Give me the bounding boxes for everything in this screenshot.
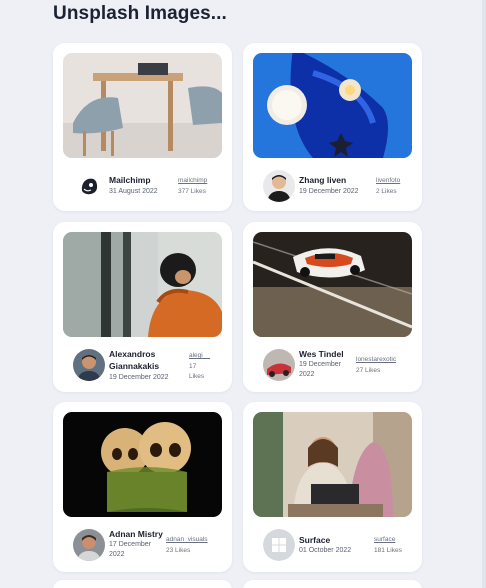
image-card[interactable]: Surface 01 October 2022 surface 181 Like… (243, 402, 422, 572)
table-chairs-photo[interactable] (63, 53, 222, 158)
likes-count: 17 Likes (189, 363, 205, 380)
author-name: Adnan Mistry (109, 529, 163, 539)
author-name: Mailchimp (109, 175, 151, 185)
post-date: 01 October 2022 (299, 547, 352, 554)
likes-count: 23 Likes (166, 547, 191, 554)
image-card[interactable] (53, 580, 232, 588)
author-handle-link[interactable]: mailchimp (178, 176, 207, 186)
post-date: 19 December 2022 (299, 188, 359, 195)
post-date: 31 August 2022 (109, 188, 158, 195)
author-name: Zhang liven (299, 175, 347, 185)
scrollbar-track[interactable] (482, 0, 486, 588)
page-title: Unsplash Images... (53, 3, 227, 24)
image-card[interactable]: Alexandros Giannakakis 19 December 2022 … (53, 222, 232, 392)
likes-count: 27 Likes (356, 367, 381, 374)
post-date: 17 December 2022 (109, 541, 152, 558)
author-name: Wes Tindel (299, 349, 344, 359)
image-card[interactable]: Adnan Mistry 17 December 2022 adnan_visu… (53, 402, 232, 572)
race-car-photo[interactable] (253, 232, 412, 337)
mailchimp-logo-avatar[interactable] (73, 170, 105, 202)
windows-logo-avatar[interactable] (263, 529, 295, 561)
laptop-office-photo[interactable] (253, 412, 412, 517)
likes-count: 2 Likes (376, 188, 397, 195)
author-name: Surface (299, 535, 331, 545)
author-handle-link[interactable]: lonestarexotic (356, 355, 396, 365)
car-avatar[interactable] (263, 349, 295, 381)
image-card[interactable]: Mailchimp 31 August 2022 mailchimp 377 L… (53, 43, 232, 211)
person-avatar[interactable] (263, 170, 295, 202)
image-card[interactable]: Zhang liven 19 December 2022 livenfoto 2… (243, 43, 422, 211)
author-handle-link[interactable]: surface (374, 535, 395, 545)
likes-count: 181 Likes (374, 547, 402, 554)
author-handle-link[interactable]: livenfoto (376, 176, 400, 186)
post-date: 19 December 2022 (299, 361, 342, 378)
skulls-photo[interactable] (63, 412, 222, 517)
author-name: Alexandros Giannakakis (109, 349, 160, 371)
person-avatar[interactable] (73, 349, 105, 381)
author-handle-link[interactable]: adnan_visuals (166, 535, 208, 545)
likes-count: 377 Likes (178, 188, 206, 195)
candles-blue-tray-photo[interactable] (253, 53, 412, 158)
image-card[interactable] (243, 580, 422, 588)
person-window-photo[interactable] (63, 232, 222, 337)
image-card[interactable]: Wes Tindel 19 December 2022 lonestarexot… (243, 222, 422, 392)
person-avatar[interactable] (73, 529, 105, 561)
post-date: 19 December 2022 (109, 374, 169, 381)
author-handle-link[interactable]: alegi__ (189, 351, 210, 361)
